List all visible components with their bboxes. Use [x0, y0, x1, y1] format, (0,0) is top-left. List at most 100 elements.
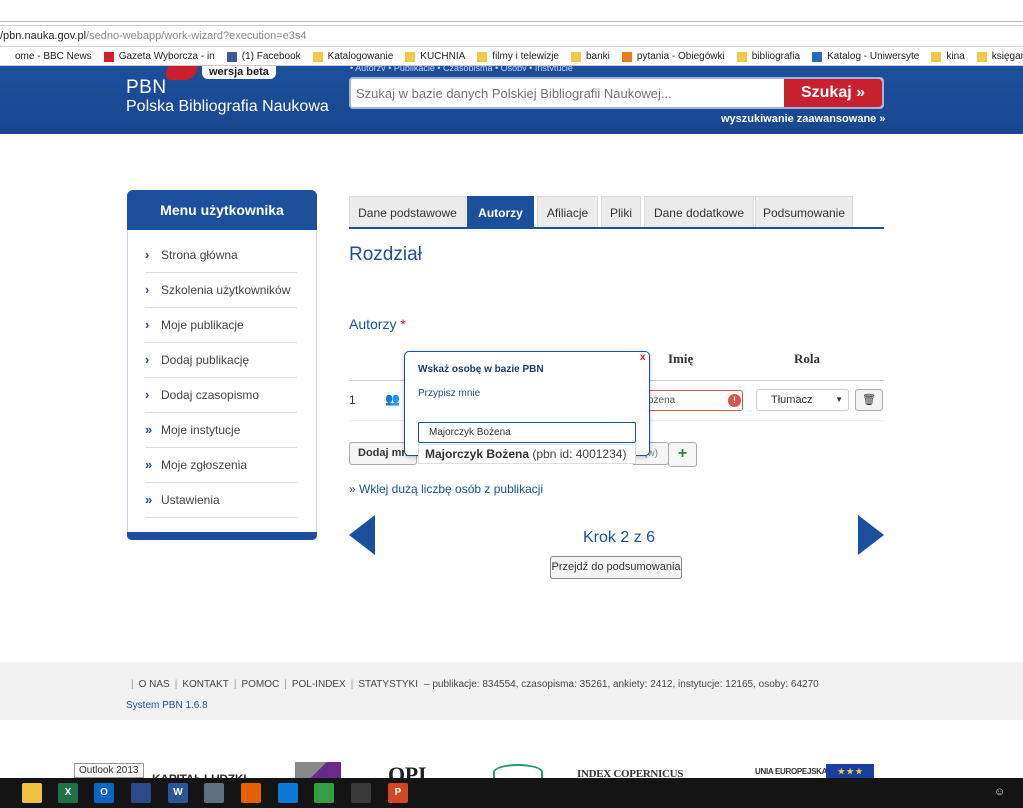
- bookmark-item[interactable]: banki: [570, 47, 610, 65]
- header-nav[interactable]: • Autorzy • Publikacje • Czasopisma • Os…: [350, 66, 750, 71]
- sidebar-item[interactable]: › Moje publikacje: [145, 308, 297, 343]
- tab-dane-podstawowe[interactable]: Dane podstawowe: [349, 196, 466, 228]
- bookmark-item[interactable]: ome - BBC News: [0, 47, 92, 65]
- delete-author-button[interactable]: 🗑: [855, 389, 883, 411]
- bookmark-item[interactable]: kina: [931, 47, 965, 65]
- footer-links: | O NAS | KONTAKT | POMOC | POL-INDEX | STATYSTYK…: [126, 679, 819, 690]
- sidebar-item[interactable]: › Szkolenia użytkowników: [145, 273, 297, 308]
- bookmark-label: bibliografia: [751, 51, 801, 62]
- person-link-icon[interactable]: 👥: [385, 392, 400, 406]
- tab-podsumowanie[interactable]: Podsumowanie: [755, 196, 853, 228]
- taskbar-tooltip: Outlook 2013: [74, 763, 144, 778]
- sidebar-item-label: Moje instytucje: [161, 423, 241, 437]
- beta-badge: wersja beta: [202, 66, 276, 79]
- bookmark-item[interactable]: filmy i telewizje: [477, 47, 559, 65]
- bookmark-item[interactable]: Gazeta Wyborcza - in: [103, 47, 215, 65]
- add-row-plus-button[interactable]: +: [668, 442, 697, 467]
- search-button[interactable]: Szukaj »: [784, 79, 882, 107]
- system-version: System PBN 1.6.8: [126, 700, 208, 711]
- calculator-icon[interactable]: [351, 783, 371, 803]
- footer-link[interactable]: O NAS: [139, 679, 170, 690]
- author-row-number: 1: [349, 393, 356, 407]
- sidebar-item[interactable]: › Dodaj publikację: [145, 343, 297, 378]
- folder-icon: [405, 51, 416, 62]
- bookmark-label: kina: [946, 51, 965, 62]
- next-step-arrow-icon[interactable]: [858, 515, 884, 555]
- popup-title: Wskaż osobę w bazie PBN: [418, 364, 544, 375]
- bookmark-item[interactable]: (1) Facebook: [226, 47, 301, 65]
- footer-separator: |: [350, 679, 354, 690]
- column-first-name: Imię: [668, 351, 694, 366]
- bookmark-item[interactable]: księgarnie: [976, 47, 1023, 65]
- footer-link[interactable]: STATYSTYKI: [358, 679, 418, 690]
- user-menu-footer: [127, 532, 317, 540]
- sidebar-item[interactable]: › Dodaj czasopismo: [145, 378, 297, 413]
- sidebar-item[interactable]: » Moje zgłoszenia: [145, 448, 297, 483]
- bookmark-item[interactable]: pytania - Obiegówki: [621, 47, 725, 65]
- role-select[interactable]: Tłumacz ▼: [756, 389, 849, 411]
- footer-separator: |: [131, 679, 134, 690]
- folder-icon: [931, 51, 942, 62]
- footer-link[interactable]: KONTAKT: [182, 679, 228, 690]
- network-app-icon[interactable]: [204, 783, 224, 803]
- footer-link[interactable]: POMOC: [241, 679, 279, 690]
- people-icon[interactable]: ☺: [994, 786, 1005, 798]
- footer-stats: – publikacje: 834554, czasopisma: 35261,…: [423, 679, 819, 690]
- previous-step-arrow-icon[interactable]: [349, 515, 375, 555]
- chevron-right-icon: ›: [145, 352, 150, 367]
- sidebar-item-label: Moje zgłoszenia: [161, 458, 248, 472]
- chevron-right-icon: ›: [145, 387, 150, 402]
- file-explorer-icon[interactable]: [22, 783, 42, 803]
- role-select-value: Tłumacz: [771, 394, 813, 406]
- logo-name[interactable]: Polska Bibliografia Naukowa: [126, 98, 329, 116]
- chevron-right-icon: ›: [145, 317, 150, 332]
- url-host: /pbn.nauka.gov.pl: [0, 30, 87, 42]
- bookmark-item[interactable]: KUCHNIA: [405, 47, 466, 65]
- bookmark-label: księgarnie: [991, 51, 1023, 62]
- person-suggestion[interactable]: Majorczyk Bożena (pbn id: 4001234): [418, 444, 636, 464]
- go-to-summary-button[interactable]: Przejdź do podsumowania: [550, 556, 682, 579]
- column-role: Rola: [794, 351, 820, 366]
- advanced-search-link[interactable]: wyszukiwanie zaawansowane »: [721, 113, 885, 125]
- tab-afiliacje[interactable]: Afiliacje: [537, 196, 598, 228]
- firefox-icon[interactable]: [241, 783, 261, 803]
- bookmark-item[interactable]: bibliografia: [736, 47, 801, 65]
- paste-many-authors-link[interactable]: » Wklej dużą liczbę osób z publikacji: [349, 482, 543, 496]
- sidebar-item[interactable]: » Ustawienia: [145, 483, 297, 518]
- powerpoint-icon[interactable]: P: [388, 783, 408, 803]
- excel-icon[interactable]: X: [58, 783, 78, 803]
- bookmark-item[interactable]: Katalogowanie: [312, 47, 393, 65]
- onedrive-icon[interactable]: [278, 783, 298, 803]
- bookmark-label: Katalog - Uniwersyte: [827, 51, 920, 62]
- address-bar[interactable]: /pbn.nauka.gov.pl/sedno-webapp/work-wiza…: [0, 26, 1023, 47]
- save-app-icon[interactable]: [131, 783, 151, 803]
- bookmark-item[interactable]: Katalog - Uniwersyte: [812, 47, 920, 65]
- person-search-input[interactable]: Majorczyk Bożena: [418, 422, 636, 443]
- close-icon[interactable]: x: [640, 352, 646, 363]
- windows-taskbar: [0, 778, 1023, 808]
- bookmark-label: KUCHNIA: [420, 51, 466, 62]
- sidebar-item-label: Moje publikacje: [161, 318, 244, 332]
- word-icon[interactable]: W: [168, 783, 188, 803]
- folder-icon: [570, 51, 581, 62]
- chevron-right-icon: ›: [145, 282, 150, 297]
- sidebar-item[interactable]: » Moje instytucje: [145, 413, 297, 448]
- tab-autorzy[interactable]: Autorzy: [467, 196, 534, 228]
- page-title: Rozdział: [349, 244, 422, 265]
- tabs-underline: [349, 227, 884, 229]
- assign-me-link[interactable]: Przypisz mnie: [418, 388, 480, 399]
- folder-icon: [312, 51, 323, 62]
- chevron-right-icon: »: [145, 492, 153, 507]
- tab-pliki[interactable]: Pliki: [601, 196, 641, 228]
- outlook-icon[interactable]: O: [94, 783, 114, 803]
- page-icon: [0, 51, 10, 62]
- chrome-icon[interactable]: [314, 783, 334, 803]
- tab-dane-dodatkowe[interactable]: Dane dodatkowe: [644, 196, 754, 228]
- eu-logo-text: UNIA EUROPEJSKA: [755, 767, 828, 776]
- sidebar-item[interactable]: › Strona główna: [145, 238, 297, 273]
- search-input[interactable]: [352, 80, 782, 106]
- authors-section-title: Autorzy *: [349, 316, 406, 332]
- footer-link[interactable]: POL-INDEX: [292, 679, 346, 690]
- folder-icon: [976, 51, 987, 62]
- logo-short[interactable]: PBN: [126, 77, 167, 99]
